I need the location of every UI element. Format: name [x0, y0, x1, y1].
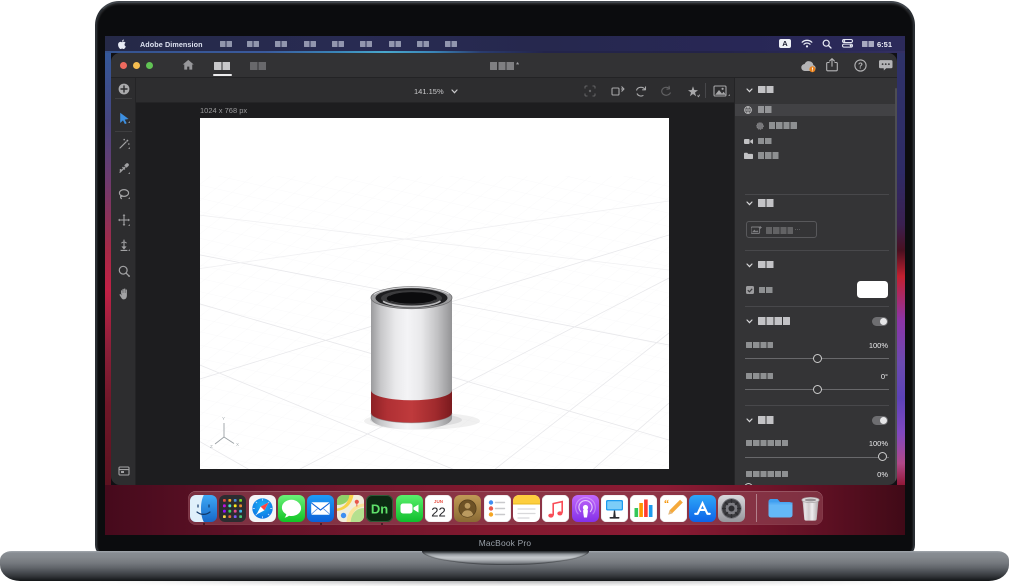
svg-text:X: X: [236, 442, 239, 447]
svg-text:Y: Y: [222, 416, 225, 421]
svg-text:Dn: Dn: [371, 501, 388, 516]
svg-text:JUN: JUN: [434, 498, 444, 503]
svg-text:“: “: [664, 499, 669, 510]
svg-text:22: 22: [431, 504, 445, 519]
svg-text:?: ?: [858, 61, 863, 70]
svg-text:Z: Z: [210, 444, 213, 449]
